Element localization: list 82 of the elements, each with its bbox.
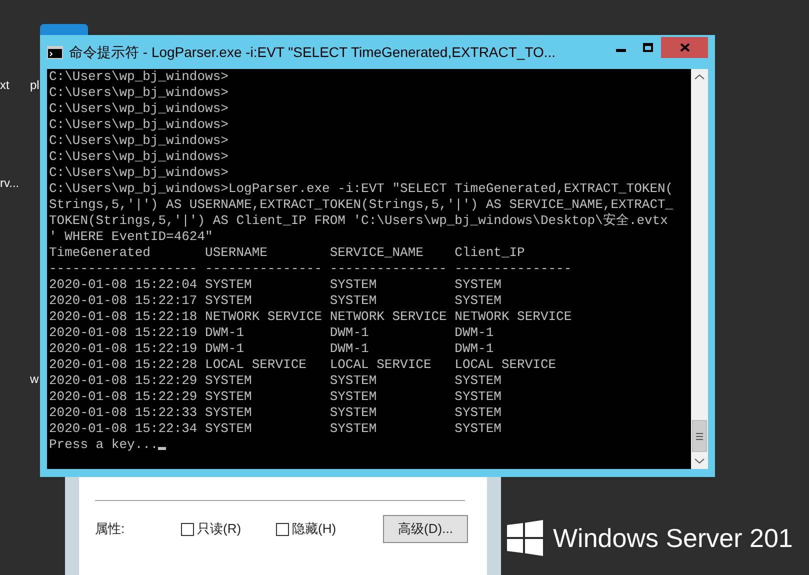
column-header: USERNAME bbox=[205, 245, 268, 261]
table-cell-text: NETWORK SERVICE bbox=[205, 309, 324, 325]
column-separator: --------------- bbox=[454, 261, 573, 277]
table-cell-text: DWM-1 bbox=[205, 325, 246, 341]
close-icon bbox=[680, 43, 690, 52]
cursor-icon bbox=[158, 447, 166, 450]
table-cell-text: NETWORK SERVICE bbox=[330, 309, 448, 325]
table-cell-text: SYSTEM bbox=[205, 405, 253, 421]
table-cell-text: DWM-1 bbox=[454, 341, 495, 357]
table-cell-text: 2020-01-08 15:22:29 bbox=[49, 389, 198, 405]
console-line: C:\Users\wp_bj_windows>LogParser.exe -i:EVT "SELECT TimeGenerated,EXTRACT_TOKEN( bbox=[49, 181, 674, 197]
table-cell-text: SYSTEM bbox=[330, 373, 378, 389]
table-cell-text: 2020-01-08 15:22:33 bbox=[49, 405, 198, 421]
desktop-icon-label[interactable]: rv... bbox=[0, 174, 20, 192]
brand-text: Windows Server 201 bbox=[553, 525, 793, 551]
minimize-icon bbox=[616, 49, 626, 52]
table-cell-text: SYSTEM bbox=[454, 421, 502, 437]
table-cell-text: SYSTEM bbox=[454, 389, 502, 405]
table-cell-text: SYSTEM bbox=[205, 277, 253, 293]
console-line: C:\Users\wp_bj_windows> bbox=[49, 85, 230, 101]
desktop-icon-label[interactable]: pl bbox=[30, 76, 40, 94]
scroll-thumb[interactable] bbox=[692, 420, 707, 452]
scrollbar[interactable] bbox=[691, 69, 708, 469]
table-cell-text: 2020-01-08 15:22:19 bbox=[49, 325, 198, 341]
attribute-checkbox[interactable]: 只读(R) bbox=[181, 519, 276, 539]
table-cell-text: 2020-01-08 15:22:19 bbox=[49, 341, 198, 357]
column-header: TimeGenerated bbox=[49, 245, 152, 261]
column-separator: --------------- bbox=[330, 261, 448, 277]
console-line: ' WHERE EventID=4624" bbox=[49, 229, 214, 245]
table-cell-text: DWM-1 bbox=[454, 325, 495, 341]
table-cell-text: SYSTEM bbox=[330, 293, 378, 309]
console-line: C:\Users\wp_bj_windows> bbox=[49, 133, 230, 149]
console-line: C:\Users\wp_bj_windows> bbox=[49, 149, 230, 165]
advanced-button[interactable]: 高级(D)... bbox=[383, 515, 468, 543]
table-cell-text: DWM-1 bbox=[205, 341, 246, 357]
console-line: C:\Users\wp_bj_windows> bbox=[49, 101, 230, 117]
table-cell-text: SYSTEM bbox=[205, 389, 253, 405]
table-cell-text: SYSTEM bbox=[454, 405, 502, 421]
desktop-tile[interactable] bbox=[40, 24, 88, 35]
windows-logo-icon bbox=[507, 520, 543, 556]
table-cell-text: DWM-1 bbox=[330, 325, 370, 341]
table-cell-text: SYSTEM bbox=[330, 421, 378, 437]
console-line: C:\Users\wp_bj_windows> bbox=[49, 69, 230, 85]
table-cell-text: SYSTEM bbox=[205, 293, 253, 309]
console-app-icon bbox=[47, 46, 63, 59]
attributes-label: 属性: bbox=[95, 520, 126, 538]
table-cell-text: LOCAL SERVICE bbox=[330, 357, 432, 373]
column-separator: ------------------- bbox=[49, 261, 198, 277]
table-cell-text: SYSTEM bbox=[205, 373, 253, 389]
console-line: Strings,5,'|') AS USERNAME,EXTRACT_TOKEN(Strings,5,'|') AS SERVICE_NAME,EXTRACT_ bbox=[49, 197, 674, 213]
maximize-icon bbox=[642, 43, 652, 52]
window-title: 命令提示符 - LogParser.exe -i:EVT "SELECT TimeGenerated,EXTRACT_TO... bbox=[69, 43, 556, 62]
table-cell-text: 2020-01-08 15:22:04 bbox=[49, 277, 198, 293]
table-cell-text: SYSTEM bbox=[330, 389, 378, 405]
attribute-checkbox[interactable]: 隐藏(H) bbox=[276, 519, 371, 539]
console-line: C:\Users\wp_bj_windows> bbox=[49, 165, 230, 181]
table-cell-text: 2020-01-08 15:22:29 bbox=[49, 373, 198, 389]
checkbox-square[interactable] bbox=[276, 522, 289, 536]
desktop-icon-label[interactable]: w bbox=[30, 370, 39, 388]
table-cell-text: SYSTEM bbox=[454, 293, 502, 309]
console-line: TOKEN(Strings,5,'|') AS Client_IP FROM 'C:\Users\wp_bj_windows\Desktop\安全.evtx bbox=[49, 213, 669, 229]
table-cell-text: DWM-1 bbox=[330, 341, 370, 357]
table-cell-text: LOCAL SERVICE bbox=[205, 357, 308, 373]
table-cell-text: LOCAL SERVICE bbox=[454, 357, 558, 373]
checkbox-square[interactable] bbox=[181, 522, 194, 536]
table-cell-text: 2020-01-08 15:22:18 bbox=[49, 309, 198, 325]
table-cell-text: 2020-01-08 15:22:28 bbox=[49, 357, 198, 373]
table-cell-text: 2020-01-08 15:22:34 bbox=[49, 421, 198, 437]
table-cell-text: SYSTEM bbox=[205, 421, 253, 437]
table-cell-text: SYSTEM bbox=[454, 277, 502, 293]
table-cell-text: 2020-01-08 15:22:17 bbox=[49, 293, 198, 309]
column-header: SERVICE_NAME bbox=[330, 245, 424, 261]
column-separator: --------------- bbox=[205, 261, 324, 277]
table-cell-text: NETWORK SERVICE bbox=[454, 309, 573, 325]
column-header: Client_IP bbox=[454, 245, 526, 261]
console-prompt: Press a key... bbox=[49, 437, 158, 453]
table-cell-text: SYSTEM bbox=[330, 405, 378, 421]
table-cell-text: SYSTEM bbox=[330, 277, 378, 293]
close-button[interactable] bbox=[661, 37, 708, 58]
desktop-icon-label[interactable]: xt bbox=[0, 76, 10, 94]
console-line: C:\Users\wp_bj_windows> bbox=[49, 117, 230, 133]
table-cell-text: SYSTEM bbox=[454, 373, 502, 389]
